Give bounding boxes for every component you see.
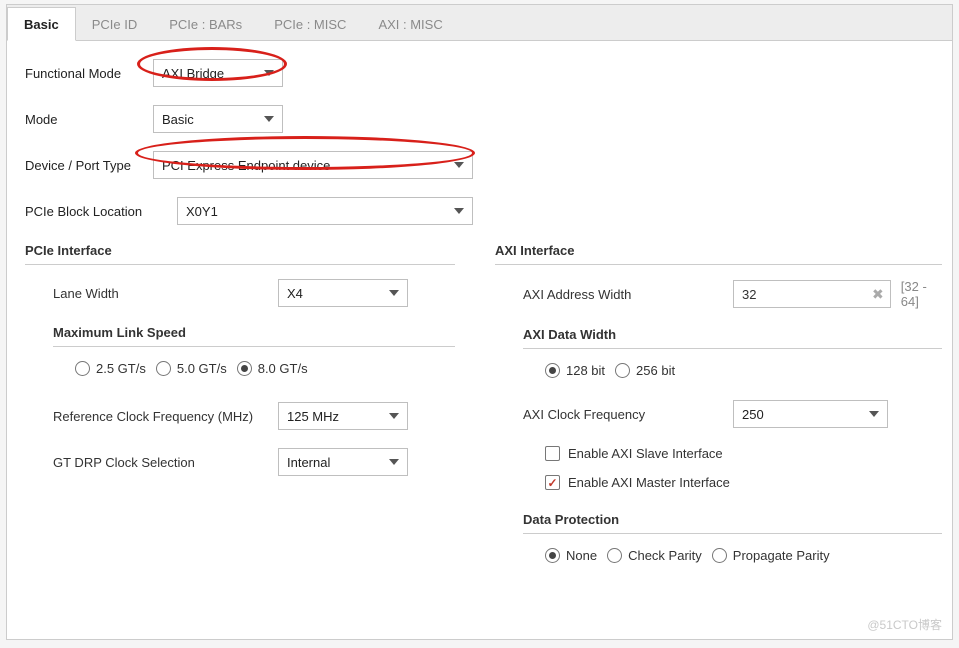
functional-mode-select[interactable]: AXI Bridge xyxy=(153,59,283,87)
gt-drp-clock-label: GT DRP Clock Selection xyxy=(53,455,278,470)
enable-axi-master-checkbox[interactable]: ✓ Enable AXI Master Interface xyxy=(545,475,942,490)
radio-icon xyxy=(75,361,90,376)
gt-drp-clock-value: Internal xyxy=(287,455,330,470)
ref-clock-freq-select[interactable]: 125 MHz xyxy=(278,402,408,430)
dp-propagate-parity-radio[interactable]: Propagate Parity xyxy=(712,548,830,563)
tab-content-basic: Functional Mode AXI Bridge Mode Basic De… xyxy=(7,41,952,639)
tab-basic[interactable]: Basic xyxy=(7,7,76,41)
radio-icon xyxy=(156,361,171,376)
pcie-block-location-value: X0Y1 xyxy=(186,204,218,219)
speed-5-0-radio[interactable]: 5.0 GT/s xyxy=(156,361,227,376)
axi-addr-width-label: AXI Address Width xyxy=(523,287,733,302)
radio-icon xyxy=(237,361,252,376)
speed-8-0-radio[interactable]: 8.0 GT/s xyxy=(237,361,308,376)
lane-width-label: Lane Width xyxy=(53,286,278,301)
radio-icon xyxy=(545,363,560,378)
tab-bar: Basic PCIe ID PCIe : BARs PCIe : MISC AX… xyxy=(7,5,952,41)
chevron-down-icon xyxy=(389,459,399,465)
checkbox-icon xyxy=(545,446,560,461)
axi-addr-width-input[interactable]: 32 ✖ xyxy=(733,280,891,308)
ref-clock-freq-label: Reference Clock Frequency (MHz) xyxy=(53,409,278,424)
watermark-text: @51CTO博客 xyxy=(867,616,942,633)
tab-axi-misc[interactable]: AXI : MISC xyxy=(362,8,458,40)
ref-clock-freq-value: 125 MHz xyxy=(287,409,339,424)
max-link-speed-title: Maximum Link Speed xyxy=(53,325,455,347)
radio-icon xyxy=(545,548,560,563)
dw-128-radio[interactable]: 128 bit xyxy=(545,363,605,378)
chevron-down-icon xyxy=(869,411,879,417)
dw-256-radio[interactable]: 256 bit xyxy=(615,363,675,378)
chevron-down-icon xyxy=(264,70,274,76)
device-port-type-value: PCI Express Endpoint device xyxy=(162,158,330,173)
lane-width-value: X4 xyxy=(287,286,303,301)
pcie-interface-title: PCIe Interface xyxy=(25,243,455,265)
axi-addr-width-value: 32 xyxy=(742,287,756,302)
axi-addr-width-range: [32 - 64] xyxy=(901,279,942,309)
gt-drp-clock-select[interactable]: Internal xyxy=(278,448,408,476)
chevron-down-icon xyxy=(389,413,399,419)
device-port-type-select[interactable]: PCI Express Endpoint device xyxy=(153,151,473,179)
functional-mode-label: Functional Mode xyxy=(25,66,153,81)
axi-data-width-title: AXI Data Width xyxy=(523,327,942,349)
axi-clock-freq-select[interactable]: 250 xyxy=(733,400,888,428)
tab-pcie-misc[interactable]: PCIe : MISC xyxy=(258,8,362,40)
dp-check-parity-radio[interactable]: Check Parity xyxy=(607,548,702,563)
chevron-down-icon xyxy=(389,290,399,296)
device-port-type-label: Device / Port Type xyxy=(25,158,153,173)
tab-pcie-id[interactable]: PCIe ID xyxy=(76,8,154,40)
chevron-down-icon xyxy=(454,208,464,214)
speed-2-5-radio[interactable]: 2.5 GT/s xyxy=(75,361,146,376)
radio-icon xyxy=(607,548,622,563)
data-protection-title: Data Protection xyxy=(523,512,942,534)
mode-value: Basic xyxy=(162,112,194,127)
dp-none-radio[interactable]: None xyxy=(545,548,597,563)
chevron-down-icon xyxy=(264,116,274,122)
axi-interface-title: AXI Interface xyxy=(495,243,942,265)
pcie-block-location-label: PCIe Block Location xyxy=(25,204,177,219)
mode-select[interactable]: Basic xyxy=(153,105,283,133)
mode-label: Mode xyxy=(25,112,153,127)
enable-axi-slave-checkbox[interactable]: Enable AXI Slave Interface xyxy=(545,446,942,461)
clear-icon[interactable]: ✖ xyxy=(872,286,884,303)
axi-clock-freq-value: 250 xyxy=(742,407,764,422)
checkbox-icon: ✓ xyxy=(545,475,560,490)
chevron-down-icon xyxy=(454,162,464,168)
tab-pcie-bars[interactable]: PCIe : BARs xyxy=(153,8,258,40)
radio-icon xyxy=(615,363,630,378)
lane-width-select[interactable]: X4 xyxy=(278,279,408,307)
pcie-block-location-select[interactable]: X0Y1 xyxy=(177,197,473,225)
functional-mode-value: AXI Bridge xyxy=(162,66,224,81)
axi-clock-freq-label: AXI Clock Frequency xyxy=(523,407,733,422)
radio-icon xyxy=(712,548,727,563)
